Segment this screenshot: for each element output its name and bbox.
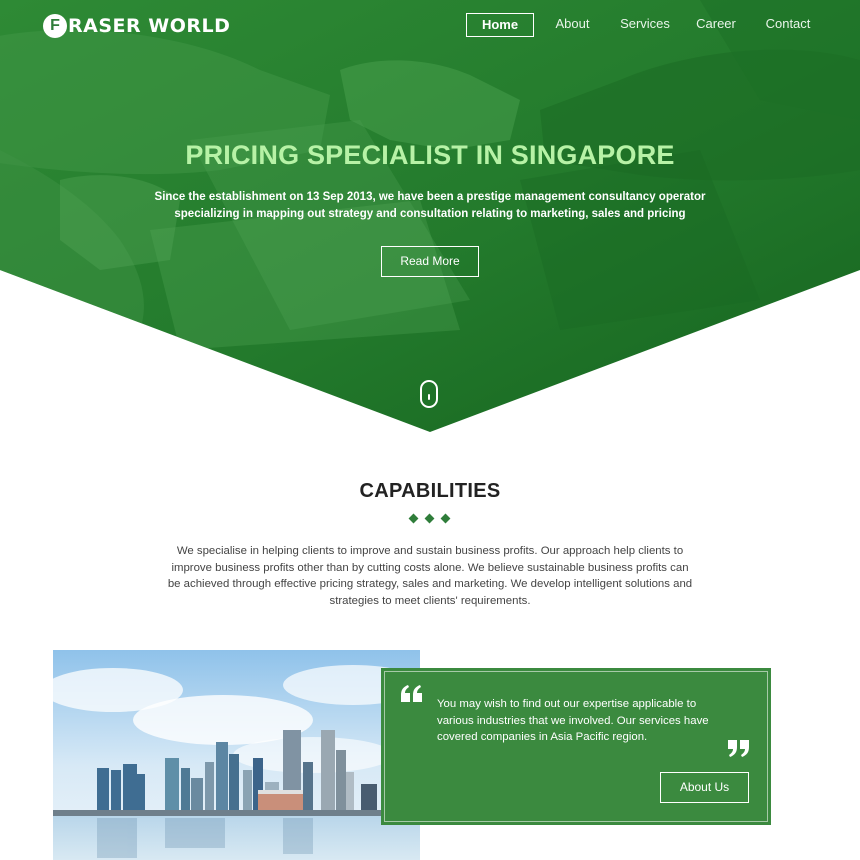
read-more-button[interactable]: Read More (381, 246, 479, 277)
diamond-icon (424, 513, 435, 524)
city-skyline-image (53, 650, 420, 860)
hero-section: F RASER WORLD Home About Services Career… (0, 0, 860, 432)
quote-open-icon (401, 685, 422, 702)
about-us-button[interactable]: About Us (660, 772, 749, 803)
nav-item-services[interactable]: Services (620, 13, 670, 37)
quote-text: You may wish to find out our expertise a… (437, 698, 709, 743)
scroll-down-icon[interactable] (420, 380, 438, 408)
diamond-icon (408, 513, 419, 524)
quote-card: You may wish to find out our expertise a… (381, 668, 771, 825)
brand-logo[interactable]: F RASER WORLD (43, 12, 230, 40)
logo-badge: F (43, 14, 67, 38)
nav-item-contact[interactable]: Contact (764, 13, 812, 37)
diamond-icon (440, 513, 451, 524)
quote-close-icon (728, 740, 749, 757)
nav-item-about[interactable]: About (555, 13, 590, 37)
capabilities-body: We specialise in helping clients to impr… (167, 545, 693, 607)
nav-item-career[interactable]: Career (696, 13, 736, 37)
capabilities-title: CAPABILITIES (359, 480, 501, 502)
main-nav: Home About Services Career Contact (466, 13, 812, 37)
hero-subtitle: Since the establishment on 13 Sep 2013, … (154, 191, 706, 220)
section-divider (408, 513, 452, 525)
nav-item-home[interactable]: Home (466, 13, 534, 37)
brand-name: RASER WORLD (68, 15, 231, 37)
hero-title: PRICING SPECIALIST IN SINGAPORE (185, 140, 675, 170)
